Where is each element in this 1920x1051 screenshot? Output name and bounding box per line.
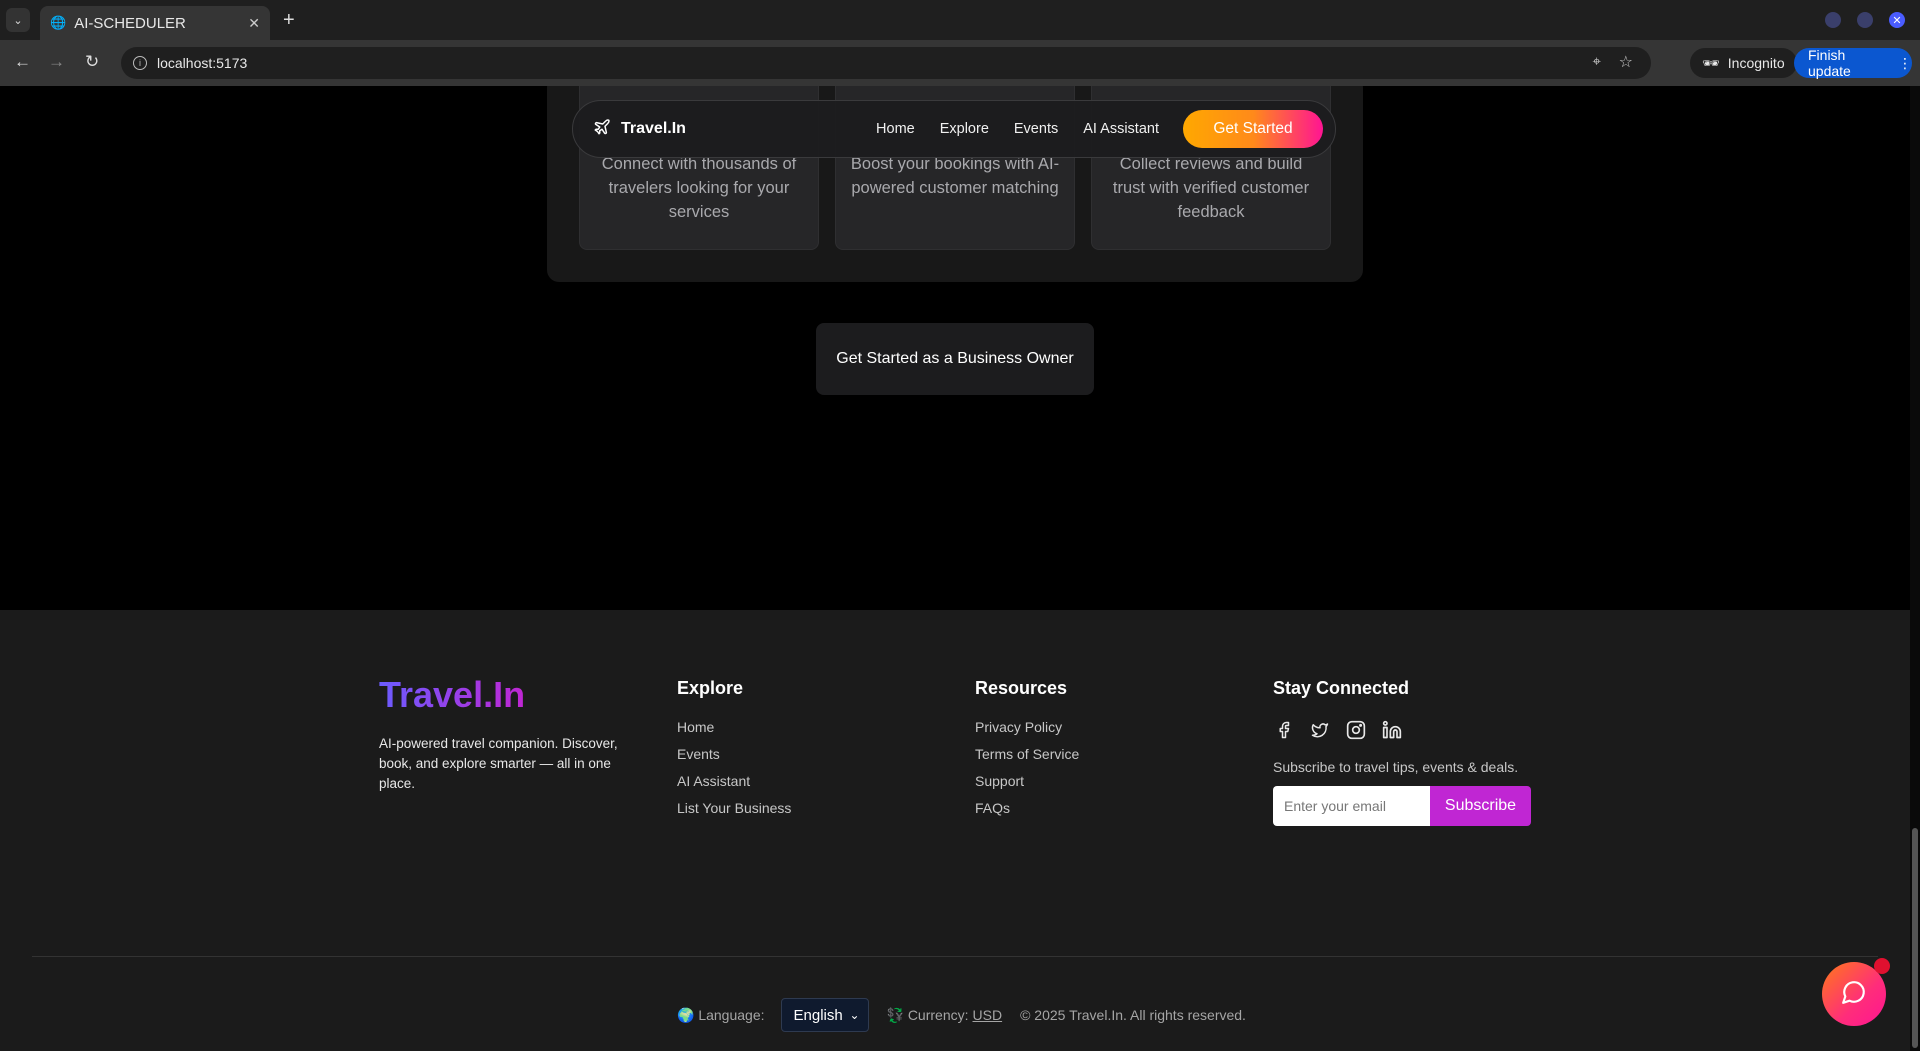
social-links [1273, 719, 1531, 741]
browser-toolbar: ← → ↻ i localhost:5173 ⌖ ☆ 🕶 Incognito F… [0, 40, 1920, 86]
linkedin-icon[interactable] [1381, 719, 1403, 741]
close-icon[interactable]: ✕ [248, 15, 260, 32]
chat-bubble-icon [1841, 979, 1867, 1010]
more-vert-icon: ⋮ [1898, 54, 1912, 71]
page-scrollbar[interactable] [1910, 86, 1920, 1051]
location-pin-icon[interactable]: ⌖ [1593, 53, 1601, 70]
footer-link-home[interactable]: Home [677, 719, 791, 735]
feature-text: Collect reviews and build trust with ver… [1112, 155, 1310, 221]
footer-link-list-business[interactable]: List Your Business [677, 800, 791, 816]
reload-icon[interactable]: ↻ [85, 52, 99, 72]
nav-link-home[interactable]: Home [876, 121, 915, 137]
currency-value[interactable]: USD [973, 1007, 1003, 1023]
airplane-icon [593, 118, 611, 141]
language-select[interactable]: English ⌄ [780, 998, 869, 1032]
notification-dot [1874, 958, 1890, 974]
site-info-icon[interactable]: i [133, 56, 147, 70]
bookmark-star-icon[interactable]: ☆ [1619, 52, 1633, 72]
incognito-indicator[interactable]: 🕶 Incognito [1690, 48, 1797, 78]
incognito-label: Incognito [1727, 55, 1785, 71]
language-value: English [793, 1006, 843, 1024]
address-bar[interactable]: i localhost:5173 ⌖ ☆ [121, 47, 1651, 79]
nav-link-explore[interactable]: Explore [940, 121, 989, 137]
chevron-down-icon: ⌄ [13, 14, 23, 27]
finish-update-label: Finish update [1808, 47, 1851, 79]
nav-links: Home Explore Events AI Assistant [876, 121, 1159, 137]
footer-bottom-bar: 🌍 Language: English ⌄ 💱 Currency: USD © … [677, 998, 1246, 1032]
footer-explore-column: Explore Home Events AI Assistant List Yo… [677, 678, 791, 827]
chevron-down-icon: ⌄ [849, 1008, 860, 1022]
tab-title: AI-SCHEDULER [74, 14, 186, 32]
subscribe-button[interactable]: Subscribe [1430, 786, 1531, 826]
feature-text: Boost your bookings with AI-powered cust… [850, 155, 1060, 197]
finish-update-button[interactable]: Finish update ⋮ [1794, 47, 1912, 79]
window-maximize-button[interactable] [1857, 12, 1873, 28]
browser-tab[interactable]: 🌐 AI-SCHEDULER ✕ [40, 6, 270, 40]
footer-brand[interactable]: Travel.In [379, 674, 525, 716]
window-minimize-button[interactable] [1825, 12, 1841, 28]
footer-link-faqs[interactable]: FAQs [975, 800, 1079, 816]
nav-brand-name: Travel.In [621, 120, 686, 137]
nav-link-events[interactable]: Events [1014, 121, 1058, 137]
footer-link-events[interactable]: Events [677, 746, 791, 762]
nav-link-ai-assistant[interactable]: AI Assistant [1083, 121, 1159, 137]
new-tab-button[interactable]: + [283, 9, 295, 32]
page-viewport: Connect with thousands of travelers look… [0, 86, 1920, 1051]
subscribe-text: Subscribe to travel tips, events & deals… [1273, 759, 1519, 775]
globe-icon: 🌐 [50, 15, 67, 30]
business-owner-button[interactable]: Get Started as a Business Owner [816, 323, 1094, 395]
email-input[interactable] [1273, 786, 1430, 826]
footer: Travel.In AI-powered travel companion. D… [0, 610, 1910, 1051]
get-started-button[interactable]: Get Started [1183, 110, 1323, 148]
incognito-icon: 🕶 [1702, 54, 1720, 71]
floating-navbar: Travel.In Home Explore Events AI Assista… [572, 100, 1336, 158]
scrollbar-thumb[interactable] [1912, 828, 1918, 1048]
browser-tabbar: ⌄ 🌐 AI-SCHEDULER ✕ + ✕ [0, 0, 1920, 40]
instagram-icon[interactable] [1345, 719, 1367, 741]
footer-tagline: AI-powered travel companion. Discover, b… [379, 736, 618, 791]
footer-link-privacy[interactable]: Privacy Policy [975, 719, 1079, 735]
feature-text: Connect with thousands of travelers look… [601, 155, 797, 221]
footer-stay-title: Stay Connected [1273, 678, 1410, 698]
footer-link-support[interactable]: Support [975, 773, 1079, 789]
nav-brand[interactable]: Travel.In [593, 118, 686, 141]
tab-search-button[interactable]: ⌄ [6, 8, 30, 32]
language-label: 🌍 Language: [677, 1006, 765, 1023]
address-url[interactable]: localhost:5173 [157, 55, 247, 71]
currency-label: 💱 Currency: [886, 1006, 969, 1023]
footer-resources-column: Resources Privacy Policy Terms of Servic… [975, 678, 1079, 827]
footer-stay-connected-column: Stay Connected Subscribe to travel tips,… [1273, 678, 1531, 826]
subscribe-form: Subscribe [1273, 786, 1531, 826]
copyright-text: © 2025 Travel.In. All rights reserved. [1020, 1007, 1246, 1023]
twitter-icon[interactable] [1309, 719, 1331, 741]
footer-explore-title: Explore [677, 678, 744, 698]
forward-arrow-icon[interactable]: → [48, 52, 65, 72]
footer-resources-title: Resources [975, 678, 1068, 698]
facebook-icon[interactable] [1273, 719, 1295, 741]
window-close-button[interactable]: ✕ [1889, 12, 1905, 28]
footer-link-terms[interactable]: Terms of Service [975, 746, 1079, 762]
footer-link-ai-assistant[interactable]: AI Assistant [677, 773, 791, 789]
footer-divider [32, 956, 1878, 957]
back-arrow-icon[interactable]: ← [14, 52, 31, 72]
